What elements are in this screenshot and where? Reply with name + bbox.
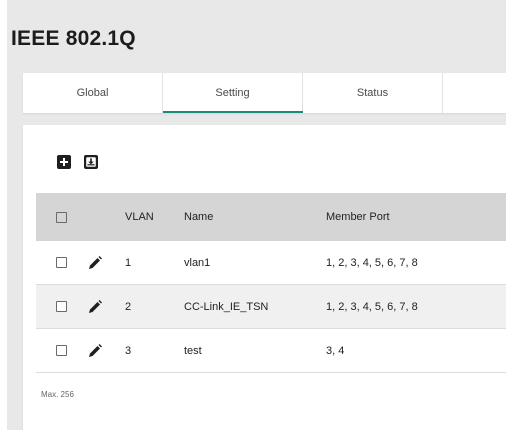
tab-bar: Global Setting Status — [23, 73, 506, 113]
vlan-name-cell: CC-Link_IE_TSN — [184, 300, 269, 313]
row-checkbox[interactable] — [56, 345, 67, 356]
edit-icon[interactable] — [88, 343, 102, 358]
column-header-name[interactable]: Name — [184, 193, 213, 241]
vlan-settings-card: VLAN Name Member Port 1 vlan1 1, 2, 3, 4… — [23, 125, 506, 430]
tab-global[interactable]: Global — [23, 73, 163, 113]
row-select-cell — [56, 241, 67, 284]
add-icon — [57, 155, 71, 169]
member-port-cell: 1, 2, 3, 4, 5, 6, 7, 8 — [326, 256, 418, 269]
vlan-id-cell: 2 — [125, 300, 132, 313]
select-all-cell — [56, 193, 67, 241]
row-select-cell — [56, 329, 67, 372]
table-header: VLAN Name Member Port — [36, 193, 506, 241]
row-edit-cell — [88, 285, 102, 328]
row-select-cell — [56, 285, 67, 328]
row-checkbox[interactable] — [56, 257, 67, 268]
tab-global-label: Global — [76, 87, 109, 99]
row-edit-cell — [88, 329, 102, 372]
vlan-name-cell: test — [184, 344, 202, 357]
table-row: 1 vlan1 1, 2, 3, 4, 5, 6, 7, 8 — [36, 241, 506, 285]
member-port-cell: 3, 4 — [326, 344, 345, 357]
table-row: 2 CC-Link_IE_TSN 1, 2, 3, 4, 5, 6, 7, 8 — [36, 285, 506, 329]
vlan-id-cell: 3 — [125, 344, 132, 357]
tab-status[interactable]: Status — [303, 73, 443, 113]
tab-setting-label: Setting — [215, 87, 250, 99]
column-header-member-port[interactable]: Member Port — [326, 193, 390, 241]
vlan-id-cell: 1 — [125, 256, 132, 269]
edit-icon[interactable] — [88, 255, 102, 270]
left-edge — [0, 0, 7, 430]
active-tab-indicator — [163, 111, 303, 113]
select-all-checkbox[interactable] — [56, 211, 67, 223]
column-header-vlan[interactable]: VLAN — [125, 193, 154, 241]
row-checkbox[interactable] — [56, 301, 67, 312]
member-port-cell: 1, 2, 3, 4, 5, 6, 7, 8 — [326, 300, 418, 313]
page-title: IEEE 802.1Q — [11, 27, 136, 50]
row-edit-cell — [88, 241, 102, 284]
tab-status-label: Status — [356, 87, 389, 99]
table-row: 3 test 3, 4 — [36, 329, 506, 373]
import-button[interactable] — [84, 155, 98, 169]
edit-icon[interactable] — [88, 299, 102, 314]
add-vlan-button[interactable] — [57, 155, 71, 169]
import-icon — [84, 155, 98, 169]
vlan-name-cell: vlan1 — [184, 256, 211, 269]
max-entries-note: Max. 256 — [41, 390, 74, 399]
tab-setting[interactable]: Setting — [163, 73, 303, 113]
